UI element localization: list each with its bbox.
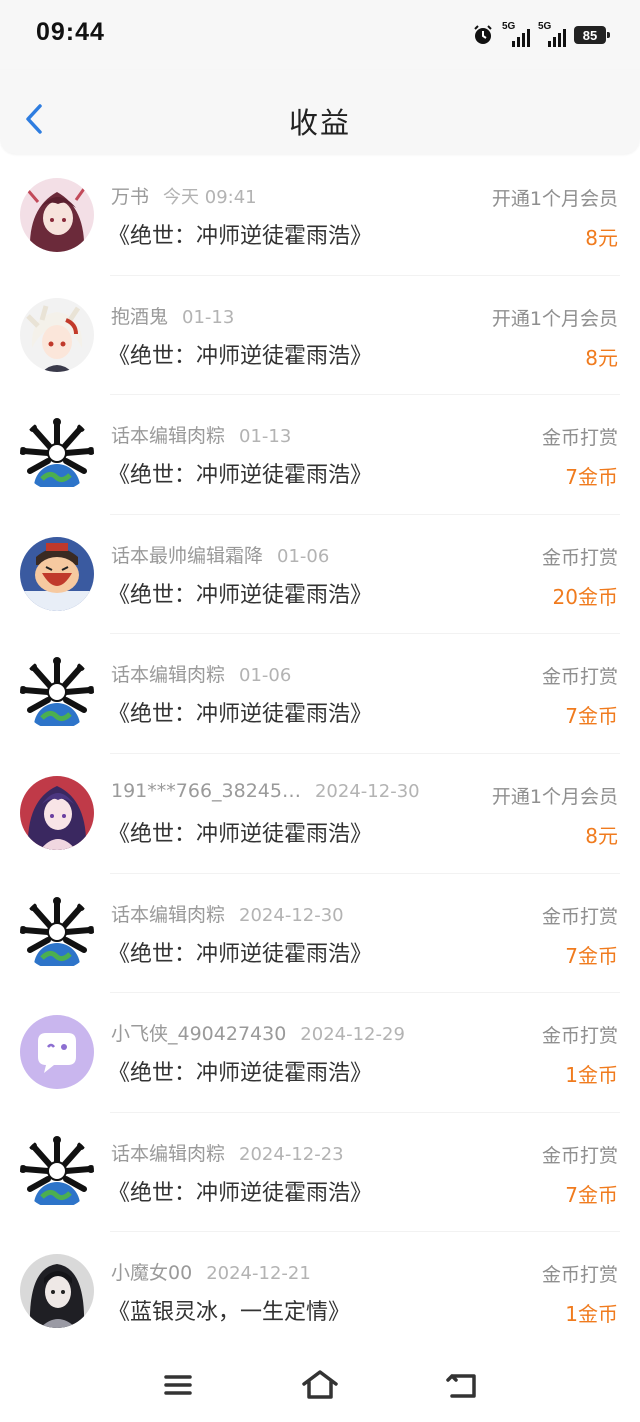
book-title: 《绝世：冲师逆徒霍雨浩》 (108, 343, 373, 369)
list-item[interactable]: 小飞侠_490427430 2024-12-29 《绝世：冲师逆徒霍雨浩》 金币打… (0, 993, 640, 1113)
signal-icon: 5G (502, 21, 530, 47)
status-bar: 09:44 5G 5G 85 (0, 0, 640, 70)
item-meta: 话本编辑肉粽 2024-12-23 (111, 1139, 344, 1166)
item-date: 2024-12-21 (206, 1263, 311, 1285)
earth-bones-avatar (20, 417, 94, 492)
alarm-icon (474, 25, 492, 44)
user-name: 话本编辑肉粽 (111, 1142, 226, 1165)
earning-type: 金币打赏 (541, 1025, 618, 1048)
user-name: 小飞侠_490427430 (111, 1023, 287, 1046)
earning-amount: 8元 (585, 345, 618, 370)
item-meta: 抱酒鬼 01-13 (111, 302, 234, 329)
earning-amount: 20金币 (552, 584, 618, 609)
item-meta: 小魔女00 2024-12-21 (111, 1258, 311, 1285)
earth-bones-avatar (20, 1134, 94, 1209)
back-icon[interactable] (442, 1368, 482, 1402)
item-date: 01-06 (239, 665, 292, 687)
user-name: 191***766_38245… (111, 779, 301, 802)
user-name: 抱酒鬼 (111, 305, 169, 328)
status-time: 09:44 (36, 18, 105, 46)
status-icons: 5G 5G 85 (472, 21, 610, 48)
book-title: 《绝世：冲师逆徒霍雨浩》 (108, 1180, 373, 1206)
item-date: 01-13 (239, 426, 292, 448)
anime-girl-purple-avatar (20, 775, 94, 850)
earning-amount: 7金币 (565, 704, 618, 729)
earnings-list: 万书 今天 09:41 《绝世：冲师逆徒霍雨浩》 开通1个月会员 8元 抱酒鬼 01… (0, 156, 640, 1352)
item-date: 2024-12-23 (239, 1143, 344, 1165)
earning-type: 金币打赏 (541, 905, 618, 928)
user-name: 万书 (111, 186, 150, 208)
earning-type: 开通1个月会员 (491, 785, 618, 808)
earning-amount: 7金币 (565, 465, 618, 490)
earning-type: 金币打赏 (541, 666, 618, 689)
book-title: 《绝世：冲师逆徒霍雨浩》 (108, 821, 373, 847)
item-meta: 话本编辑肉粽 01-06 (111, 660, 291, 687)
earning-amount: 8元 (585, 823, 618, 848)
earth-bones-avatar (20, 895, 94, 970)
cartoon-laughing-avatar (20, 536, 94, 611)
list-item[interactable]: 话本编辑肉粽 01-06 《绝世：冲师逆徒霍雨浩》 金币打赏 7金币 (0, 634, 640, 754)
earth-bones-avatar (20, 656, 94, 731)
earning-type: 金币打赏 (541, 427, 618, 450)
item-meta: 小飞侠_490427430 2024-12-29 (111, 1019, 405, 1046)
list-item[interactable]: 话本编辑肉粽 2024-12-30 《绝世：冲师逆徒霍雨浩》 金币打赏 7金币 (0, 874, 640, 994)
dark-hair-girl-avatar (20, 1254, 94, 1329)
book-title: 《绝世：冲师逆徒霍雨浩》 (108, 702, 373, 728)
user-name: 话本编辑肉粽 (111, 664, 226, 687)
user-name: 话本最帅编辑霜降 (111, 544, 264, 567)
list-item[interactable]: 小魔女00 2024-12-21 《蓝银灵冰，一生定情》 金币打赏 1金币 (0, 1232, 640, 1352)
item-meta: 万书 今天 09:41 (111, 182, 257, 209)
item-date: 01-13 (182, 306, 235, 328)
list-item[interactable]: 话本编辑肉粽 2024-12-23 《绝世：冲师逆徒霍雨浩》 金币打赏 7金币 (0, 1113, 640, 1233)
user-name: 话本编辑肉粽 (111, 903, 226, 926)
earning-amount: 7金币 (565, 943, 618, 968)
signal-icon: 5G (538, 21, 566, 47)
menu-icon[interactable] (158, 1368, 198, 1402)
book-title: 《蓝银灵冰，一生定情》 (108, 1300, 351, 1326)
item-meta: 话本最帅编辑霜降 01-06 (111, 541, 329, 568)
item-meta: 话本编辑肉粽 01-13 (111, 421, 291, 448)
item-meta: 话本编辑肉粽 2024-12-30 (111, 900, 344, 927)
list-item[interactable]: 话本编辑肉粽 01-13 《绝世：冲师逆徒霍雨浩》 金币打赏 7金币 (0, 395, 640, 515)
item-date: 2024-12-30 (314, 780, 420, 802)
item-meta: 191***766_38245… 2024-12-30 (111, 780, 420, 802)
list-item[interactable]: 191***766_38245… 2024-12-30 《绝世：冲师逆徒霍雨浩》 … (0, 754, 640, 874)
earning-amount: 7金币 (565, 1182, 618, 1207)
anime-girl-red-avatar (20, 178, 94, 252)
chat-bubble-avatar (20, 1015, 94, 1090)
user-name: 话本编辑肉粽 (111, 425, 226, 448)
earning-type: 金币打赏 (541, 1144, 618, 1167)
book-title: 《绝世：冲师逆徒霍雨浩》 (108, 582, 373, 608)
list-item[interactable]: 抱酒鬼 01-13 《绝世：冲师逆徒霍雨浩》 开通1个月会员 8元 (0, 276, 640, 396)
item-date: 今天 09:41 (163, 187, 257, 208)
earning-type: 金币打赏 (541, 546, 618, 569)
earning-amount: 1金币 (565, 1302, 618, 1327)
item-date: 01-06 (277, 545, 330, 567)
book-title: 《绝世：冲师逆徒霍雨浩》 (108, 941, 373, 967)
system-nav-bar (0, 1350, 640, 1422)
book-title: 《绝世：冲师逆徒霍雨浩》 (108, 1061, 373, 1087)
book-title: 《绝世：冲师逆徒霍雨浩》 (108, 463, 373, 489)
white-hair-anime-avatar (20, 297, 94, 372)
battery-icon: 85 (574, 26, 610, 44)
header: 收益 (0, 70, 640, 154)
list-item[interactable]: 万书 今天 09:41 《绝世：冲师逆徒霍雨浩》 开通1个月会员 8元 (0, 156, 640, 276)
item-date: 2024-12-29 (300, 1024, 405, 1046)
book-title: 《绝世：冲师逆徒霍雨浩》 (108, 224, 373, 249)
item-date: 2024-12-30 (239, 904, 344, 926)
earning-amount: 1金币 (565, 1063, 618, 1088)
list-item[interactable]: 话本最帅编辑霜降 01-06 《绝世：冲师逆徒霍雨浩》 金币打赏 20金币 (0, 515, 640, 635)
home-icon[interactable] (300, 1368, 340, 1402)
earning-amount: 8元 (585, 226, 618, 250)
earning-type: 金币打赏 (541, 1264, 618, 1287)
page-title: 收益 (288, 106, 351, 140)
user-name: 小魔女00 (111, 1262, 193, 1285)
earning-type: 开通1个月会员 (491, 307, 618, 330)
earning-type: 开通1个月会员 (491, 188, 618, 210)
